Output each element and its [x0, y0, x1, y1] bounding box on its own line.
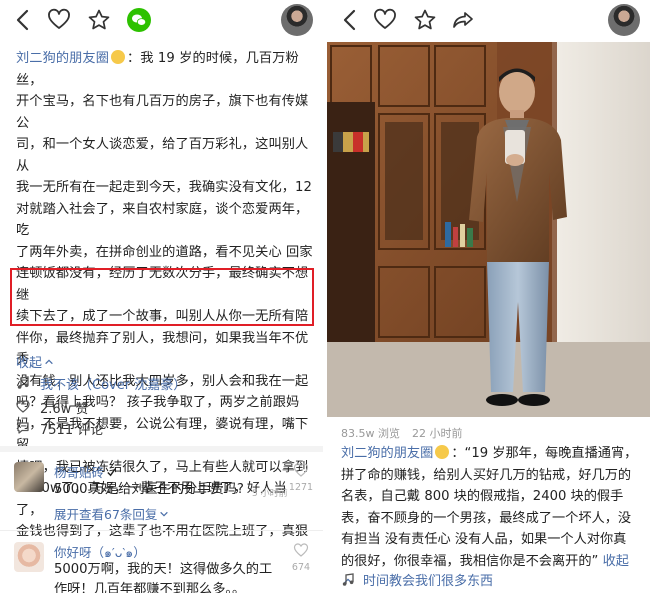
post-photo[interactable] [327, 42, 650, 417]
like-icon [293, 543, 309, 557]
post-author[interactable]: 刘二狗的朋友圈 [16, 51, 109, 66]
like-icon [293, 463, 309, 477]
comment-item[interactable]: 杨哥贴砖 5000 万是给刘医生的分手费吗? 5 小时前 1271 展开查看67… [14, 462, 314, 528]
comment-time: 5 小时前 [252, 489, 288, 499]
post-time: 22 小时前 [412, 427, 463, 440]
comment-text: 5000万啊，我的天！这得做多久的工作呀！几百年都赚不到那么多。。 [54, 562, 273, 593]
like-icon [16, 400, 30, 413]
commenter-name[interactable]: 杨哥贴砖 [54, 462, 117, 481]
music-row[interactable]: 我不该（Cover 沈嘉豪） [16, 374, 186, 393]
music-note-icon [17, 376, 29, 389]
section-divider [0, 446, 323, 452]
top-bar [0, 0, 323, 42]
comment-like-count: 1271 [288, 482, 314, 493]
post-line: 开个宝马，名下也有几百万的房子，旗下也有传媒公 [16, 94, 309, 131]
comment-like-button[interactable]: 1271 [288, 462, 314, 493]
heart-icon[interactable] [47, 8, 71, 32]
back-arrow-icon[interactable] [12, 8, 36, 32]
comment-icon [17, 422, 29, 434]
post-line: 司，和一个女人谈恋爱，给了百万彩礼，这叫别人从 [16, 137, 309, 174]
expand-replies-label[interactable]: 展开查看67条回复 [54, 507, 157, 522]
comment-divider [0, 530, 323, 531]
chevron-down-icon [160, 511, 169, 517]
red-highlight-box [10, 268, 314, 326]
collapse-label[interactable]: 收起 [603, 554, 629, 569]
likes-count: 2.6w 赞 [40, 401, 89, 417]
post-meta: 83.5w 浏览 22 小时前 [341, 425, 463, 441]
chevron-up-icon [45, 359, 53, 365]
collapse-link[interactable]: 收起 [16, 352, 54, 371]
comment-item[interactable]: 你好呀（๑′ᴗ‵๑） 5000万啊，我的天！这得做多久的工作呀！几百年都赚不到那… [14, 542, 314, 593]
user-avatar[interactable] [608, 4, 640, 36]
expand-replies-link[interactable]: 展开查看67条回复 [54, 504, 169, 523]
user-avatar[interactable] [281, 4, 313, 36]
star-icon[interactable] [87, 8, 111, 32]
comments-count: 7511 评论 [40, 422, 104, 438]
likes-row[interactable]: 2.6w 赞 [16, 398, 89, 417]
commenter-name-text[interactable]: 杨哥贴砖 [54, 465, 104, 480]
music-title[interactable]: 我不该（Cover 沈嘉豪） [40, 374, 186, 393]
wechat-icon[interactable] [127, 8, 151, 32]
sun-emoji-icon [111, 50, 126, 64]
verified-check-icon [107, 468, 116, 477]
post-body: ：“19 岁那年，每晚直播通宵，拼了命的赚钱，给别人买好几万的钻戒，好几万的名表… [341, 446, 638, 569]
comment-like-count: 674 [291, 562, 311, 573]
comment-text: 5000 万是给刘医生的分手费吗? [54, 482, 244, 497]
mirror-selfie-image [327, 42, 650, 417]
comments-row[interactable]: 7511 评论 [16, 419, 104, 438]
collapse-label[interactable]: 收起 [16, 356, 42, 371]
music-title[interactable]: 时间教会我们很多东西 [363, 570, 493, 589]
post-line: 对就踏入社会了，来自农村家庭，谈个恋爱两年，吃 [16, 201, 309, 239]
right-panel: 83.5w 浏览 22 小时前 刘二狗的朋友圈 ：“19 岁那年，每晚直播通宵，拼了… [327, 0, 650, 593]
heart-icon[interactable] [373, 8, 397, 32]
top-bar [327, 0, 650, 42]
music-row[interactable]: 时间教会我们很多东西 [341, 570, 493, 589]
comment-like-button[interactable]: 674 [288, 542, 314, 573]
post-line: 了两年外卖，在拼命创业的道路，看不见关心 回家 [16, 244, 313, 260]
post-author[interactable]: 刘二狗的朋友圈 [341, 446, 433, 461]
post-line: 伴你，最终抛弃了别人，我想问，如果我当年不优秀 [16, 330, 309, 368]
music-note-icon [342, 572, 354, 586]
left-panel: 刘二狗的朋友圈 ：我 19 岁的时候，几百万粉丝， 开个宝马，名下也有几百万的房子… [0, 0, 323, 593]
sun-emoji-icon [435, 445, 450, 459]
commenter-avatar[interactable] [14, 462, 44, 492]
star-icon[interactable] [413, 8, 437, 32]
back-arrow-icon[interactable] [339, 8, 363, 32]
view-count: 83.5w 浏览 [341, 427, 400, 440]
post-line: 我一无所有在一起走到今天，我确实没有文化，12 [16, 180, 313, 195]
commenter-avatar[interactable] [14, 542, 44, 572]
share-icon[interactable] [451, 8, 475, 32]
